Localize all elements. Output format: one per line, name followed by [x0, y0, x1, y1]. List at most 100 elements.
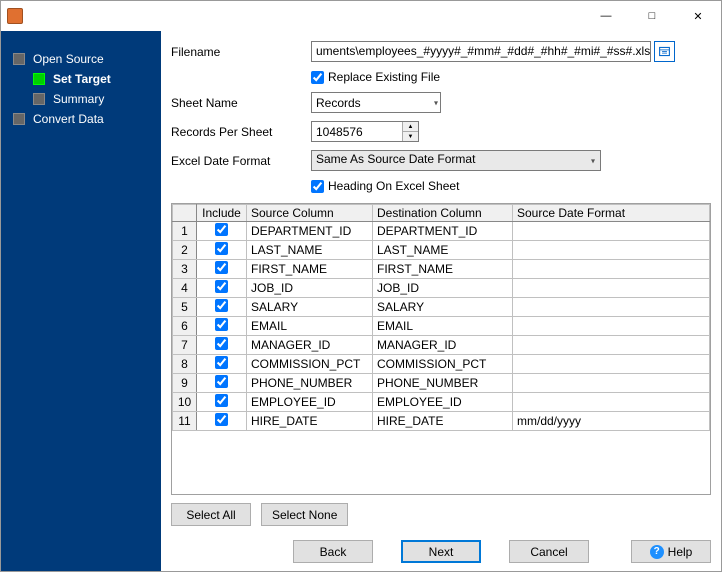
col-header-dateformat[interactable]: Source Date Format — [513, 205, 710, 222]
cancel-button[interactable]: Cancel — [509, 540, 589, 563]
include-checkbox[interactable] — [215, 375, 228, 388]
source-column-cell[interactable]: PHONE_NUMBER — [247, 374, 373, 393]
include-checkbox[interactable] — [215, 318, 228, 331]
date-format-cell[interactable] — [513, 241, 710, 260]
back-button[interactable]: Back — [293, 540, 373, 563]
source-column-cell[interactable]: EMPLOYEE_ID — [247, 393, 373, 412]
row-number[interactable]: 3 — [173, 260, 197, 279]
include-cell[interactable] — [197, 393, 247, 412]
table-row[interactable]: 11HIRE_DATEHIRE_DATEmm/dd/yyyy — [173, 412, 710, 431]
date-format-cell[interactable]: mm/dd/yyyy — [513, 412, 710, 431]
date-format-cell[interactable] — [513, 298, 710, 317]
source-column-cell[interactable]: MANAGER_ID — [247, 336, 373, 355]
include-cell[interactable] — [197, 412, 247, 431]
table-row[interactable]: 1DEPARTMENT_IDDEPARTMENT_ID — [173, 222, 710, 241]
source-column-cell[interactable]: COMMISSION_PCT — [247, 355, 373, 374]
dest-column-cell[interactable]: MANAGER_ID — [373, 336, 513, 355]
table-row[interactable]: 7 MANAGER_IDMANAGER_ID — [173, 336, 710, 355]
include-checkbox[interactable] — [215, 223, 228, 236]
dest-column-cell[interactable]: HIRE_DATE — [373, 412, 513, 431]
date-format-cell[interactable] — [513, 336, 710, 355]
dest-column-cell[interactable]: EMPLOYEE_ID — [373, 393, 513, 412]
include-cell[interactable] — [197, 374, 247, 393]
include-checkbox[interactable] — [215, 356, 228, 369]
table-row[interactable]: 2 LAST_NAMELAST_NAME — [173, 241, 710, 260]
date-format-cell[interactable] — [513, 374, 710, 393]
date-format-cell[interactable] — [513, 279, 710, 298]
row-number[interactable]: 9 — [173, 374, 197, 393]
source-column-cell[interactable]: JOB_ID — [247, 279, 373, 298]
date-format-cell[interactable] — [513, 222, 710, 241]
include-checkbox[interactable] — [215, 261, 228, 274]
spinner-up-icon[interactable]: ▲ — [403, 122, 418, 132]
row-number[interactable]: 11 — [173, 412, 197, 431]
nav-convert-data[interactable]: Convert Data — [1, 109, 161, 129]
filename-input[interactable]: uments\employees_#yyyy#_#mm#_#dd#_#hh#_#… — [311, 41, 651, 62]
col-header-dest[interactable]: Destination Column — [373, 205, 513, 222]
date-format-cell[interactable] — [513, 393, 710, 412]
row-number[interactable]: 6 — [173, 317, 197, 336]
row-number[interactable]: 7 — [173, 336, 197, 355]
include-cell[interactable] — [197, 298, 247, 317]
maximize-button[interactable]: □ — [629, 1, 675, 31]
include-cell[interactable] — [197, 279, 247, 298]
browse-button[interactable] — [654, 41, 675, 62]
table-row[interactable]: 10 EMPLOYEE_IDEMPLOYEE_ID — [173, 393, 710, 412]
table-row[interactable]: 9 PHONE_NUMBERPHONE_NUMBER — [173, 374, 710, 393]
minimize-button[interactable]: — — [583, 1, 629, 31]
col-header-source[interactable]: Source Column — [247, 205, 373, 222]
col-header-include[interactable]: Include — [197, 205, 247, 222]
include-checkbox[interactable] — [215, 299, 228, 312]
table-row[interactable]: 3 FIRST_NAMEFIRST_NAME — [173, 260, 710, 279]
include-checkbox[interactable] — [215, 280, 228, 293]
date-format-cell[interactable] — [513, 260, 710, 279]
table-row[interactable]: 6 EMAILEMAIL — [173, 317, 710, 336]
table-row[interactable]: 4 JOB_IDJOB_ID — [173, 279, 710, 298]
table-row[interactable]: 8 COMMISSION_PCTCOMMISSION_PCT — [173, 355, 710, 374]
select-all-button[interactable]: Select All — [171, 503, 251, 526]
nav-set-target[interactable]: Set Target — [1, 69, 161, 89]
include-checkbox[interactable] — [215, 394, 228, 407]
select-none-button[interactable]: Select None — [261, 503, 348, 526]
source-column-cell[interactable]: LAST_NAME — [247, 241, 373, 260]
source-column-cell[interactable]: HIRE_DATE — [247, 412, 373, 431]
columns-table-wrap[interactable]: Include Source Column Destination Column… — [171, 203, 711, 495]
dest-column-cell[interactable]: LAST_NAME — [373, 241, 513, 260]
include-cell[interactable] — [197, 317, 247, 336]
date-format-cell[interactable] — [513, 355, 710, 374]
help-button[interactable]: ? Help — [631, 540, 711, 563]
table-row[interactable]: 5SALARYSALARY — [173, 298, 710, 317]
dest-column-cell[interactable]: EMAIL — [373, 317, 513, 336]
include-checkbox[interactable] — [215, 242, 228, 255]
row-number[interactable]: 10 — [173, 393, 197, 412]
include-cell[interactable] — [197, 336, 247, 355]
spinner-down-icon[interactable]: ▼ — [403, 132, 418, 141]
include-cell[interactable] — [197, 222, 247, 241]
row-number[interactable]: 2 — [173, 241, 197, 260]
date-format-select[interactable]: Same As Source Date Format — [311, 150, 601, 171]
include-cell[interactable] — [197, 241, 247, 260]
source-column-cell[interactable]: FIRST_NAME — [247, 260, 373, 279]
row-number[interactable]: 4 — [173, 279, 197, 298]
date-format-cell[interactable] — [513, 317, 710, 336]
source-column-cell[interactable]: EMAIL — [247, 317, 373, 336]
table-corner[interactable] — [173, 205, 197, 222]
replace-existing-checkbox[interactable] — [311, 71, 324, 84]
nav-summary[interactable]: Summary — [1, 89, 161, 109]
nav-open-source[interactable]: Open Source — [1, 49, 161, 69]
dest-column-cell[interactable]: DEPARTMENT_ID — [373, 222, 513, 241]
dest-column-cell[interactable]: PHONE_NUMBER — [373, 374, 513, 393]
next-button[interactable]: Next — [401, 540, 481, 563]
dest-column-cell[interactable]: FIRST_NAME — [373, 260, 513, 279]
heading-on-sheet-checkbox[interactable] — [311, 180, 324, 193]
include-checkbox[interactable] — [215, 337, 228, 350]
dest-column-cell[interactable]: SALARY — [373, 298, 513, 317]
source-column-cell[interactable]: DEPARTMENT_ID — [247, 222, 373, 241]
row-number[interactable]: 8 — [173, 355, 197, 374]
close-button[interactable]: ✕ — [675, 1, 721, 31]
row-number[interactable]: 5 — [173, 298, 197, 317]
sheet-name-input[interactable] — [311, 92, 441, 113]
dest-column-cell[interactable]: JOB_ID — [373, 279, 513, 298]
include-checkbox[interactable] — [215, 413, 228, 426]
dest-column-cell[interactable]: COMMISSION_PCT — [373, 355, 513, 374]
